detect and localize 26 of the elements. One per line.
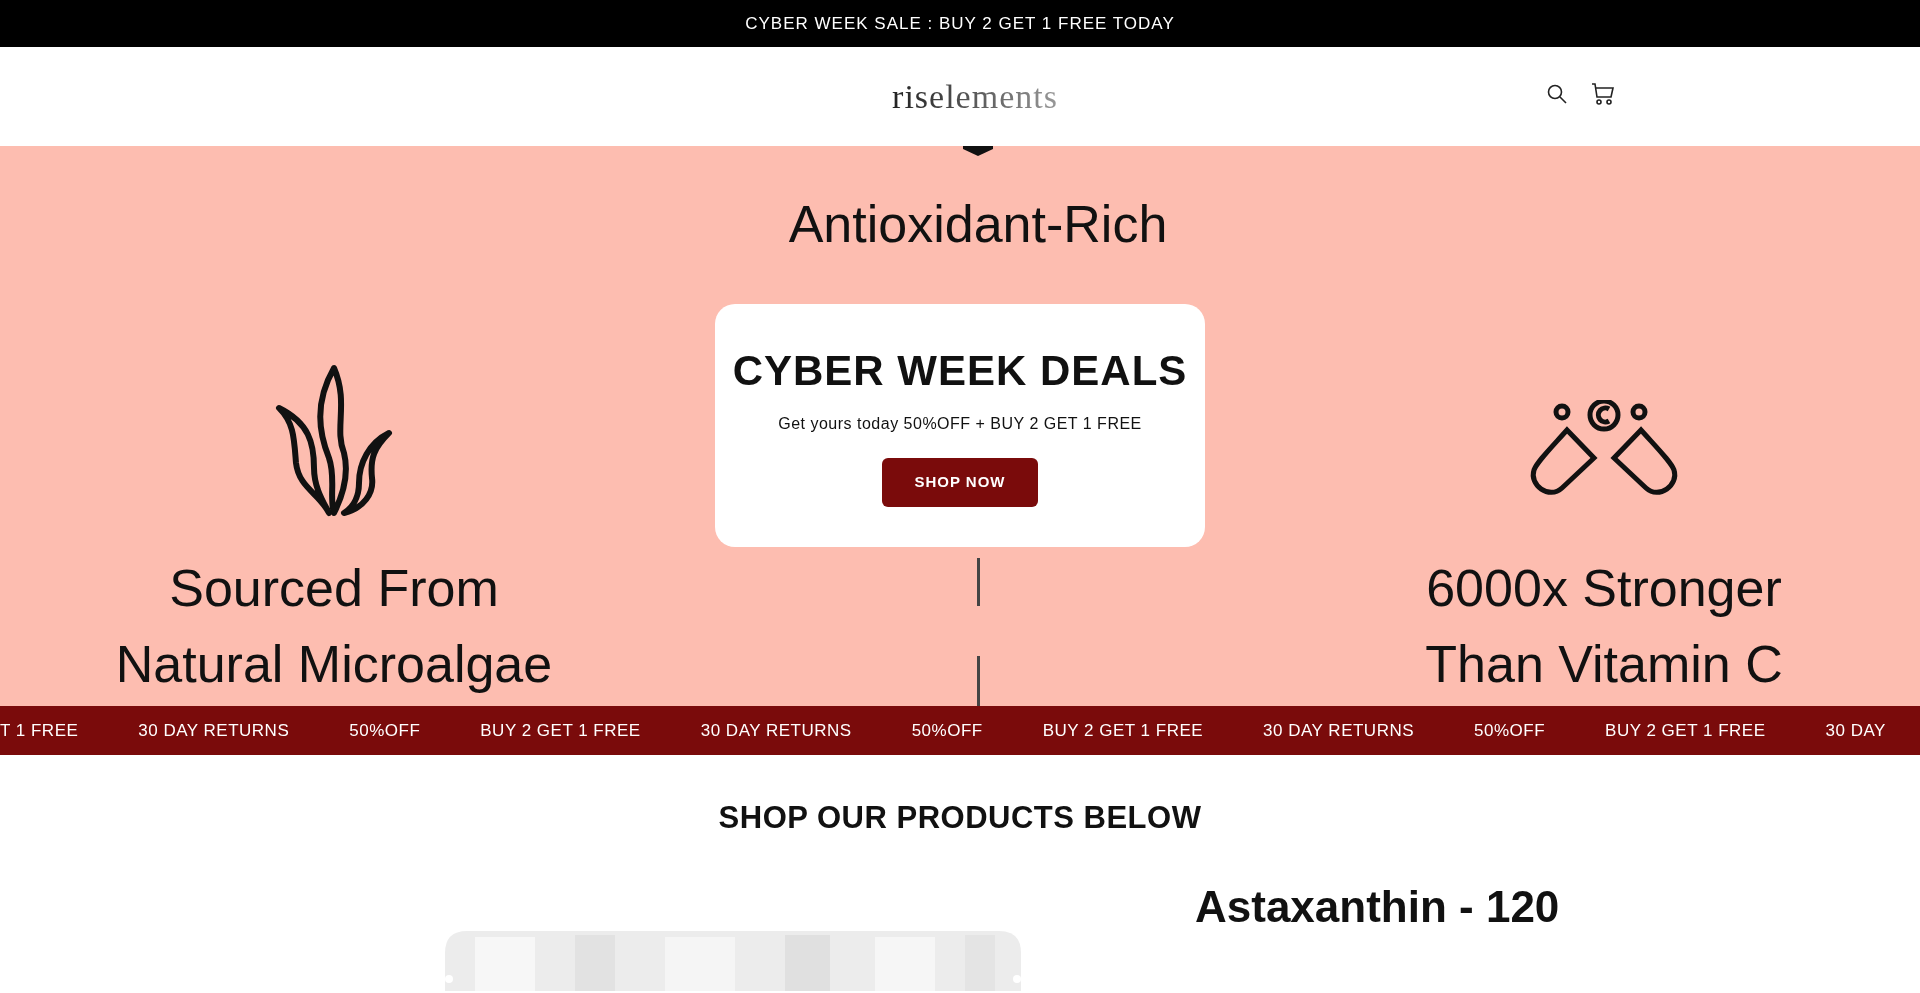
marquee-text: 50%OFF (349, 719, 421, 742)
marquee-text: 50%OFF (911, 719, 983, 742)
marquee-text: 30 DAY RETURNS (700, 719, 852, 742)
marquee-text: BUY 2 GET 1 FREE (1042, 719, 1204, 742)
cart-icon[interactable] (1591, 83, 1615, 105)
marquee-text: BUY 2 GET 1 FREE (1605, 719, 1766, 742)
marquee-text: 50%OFF (1474, 719, 1546, 742)
marquee-text: 30 DAY RETURNS (1263, 719, 1415, 742)
shield-icon (963, 146, 993, 156)
hero-heading: Sourced From (169, 558, 499, 619)
hero-heading: Antioxidant-Rich (788, 194, 1168, 255)
hero-heading: Natural Microalgae (115, 634, 553, 695)
marquee-text: T 1 FREE (0, 719, 79, 742)
product-title: Astaxanthin - 120 (1195, 880, 1560, 933)
shop-now-button[interactable]: SHOP NOW (882, 458, 1038, 507)
search-icon[interactable] (1547, 84, 1567, 104)
marquee-text: 30 DAY (1825, 719, 1886, 742)
promo-text: Get yours today 50%OFF + BUY 2 GET 1 FREE (778, 414, 1142, 434)
section-heading: SHOP OUR PRODUCTS BELOW (717, 799, 1203, 837)
promo-title: CYBER WEEK DEALS (732, 346, 1188, 396)
hero-heading: Than Vitamin C (1425, 634, 1783, 695)
marquee-text: 30 DAY RETURNS (138, 719, 290, 742)
announcement-bar: CYBER WEEK SALE : BUY 2 GET 1 FREE TODAY (0, 0, 1920, 47)
hero-heading: 6000x Stronger (1426, 558, 1782, 619)
seaweed-icon (274, 362, 394, 518)
marquee-text: BUY 2 GET 1 FREE (480, 719, 641, 742)
